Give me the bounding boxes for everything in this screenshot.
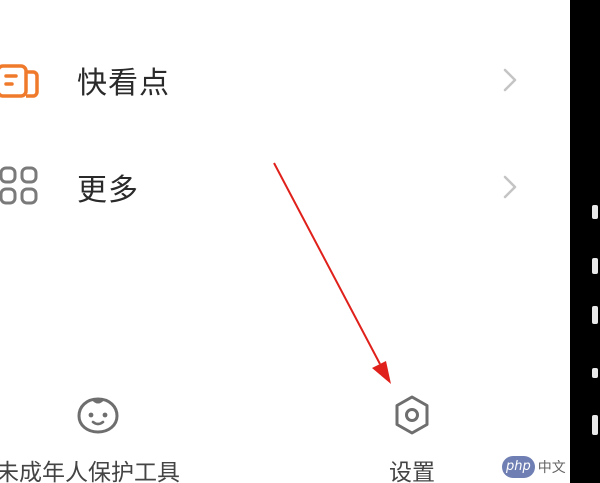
watermark-text: 中文 [537,460,566,476]
minor-protection-button[interactable]: 未成年人保护工具 [0,385,215,483]
adjacent-screen-edge [570,0,600,483]
menu-item-label: 更多 [77,173,139,208]
grid-icon [0,166,38,205]
settings-button[interactable]: 设置 [370,385,460,483]
chevron-right-icon [503,68,517,92]
sidebar-panel: 快看点 更多 未成年人保护工具 设置 php 中文 [0,0,570,483]
watermark-badge: php [502,456,535,478]
watermark-logo: php 中文 [502,455,568,479]
edge-glyph [592,306,598,324]
minor-protection-label: 未成年人保护工具 [0,460,180,483]
menu-item-kuaikandian[interactable]: 快看点 [0,45,570,115]
news-icon [0,64,39,98]
edge-glyph [592,368,598,378]
gear-icon [395,395,429,435]
edge-glyph [592,415,598,435]
chevron-right-icon [503,175,517,199]
menu-item-label: 快看点 [77,66,170,101]
settings-label: 设置 [389,460,435,483]
menu-item-more[interactable]: 更多 [0,152,570,222]
edge-glyph [592,258,598,274]
child-face-icon [77,397,119,434]
edge-glyph [592,205,598,219]
